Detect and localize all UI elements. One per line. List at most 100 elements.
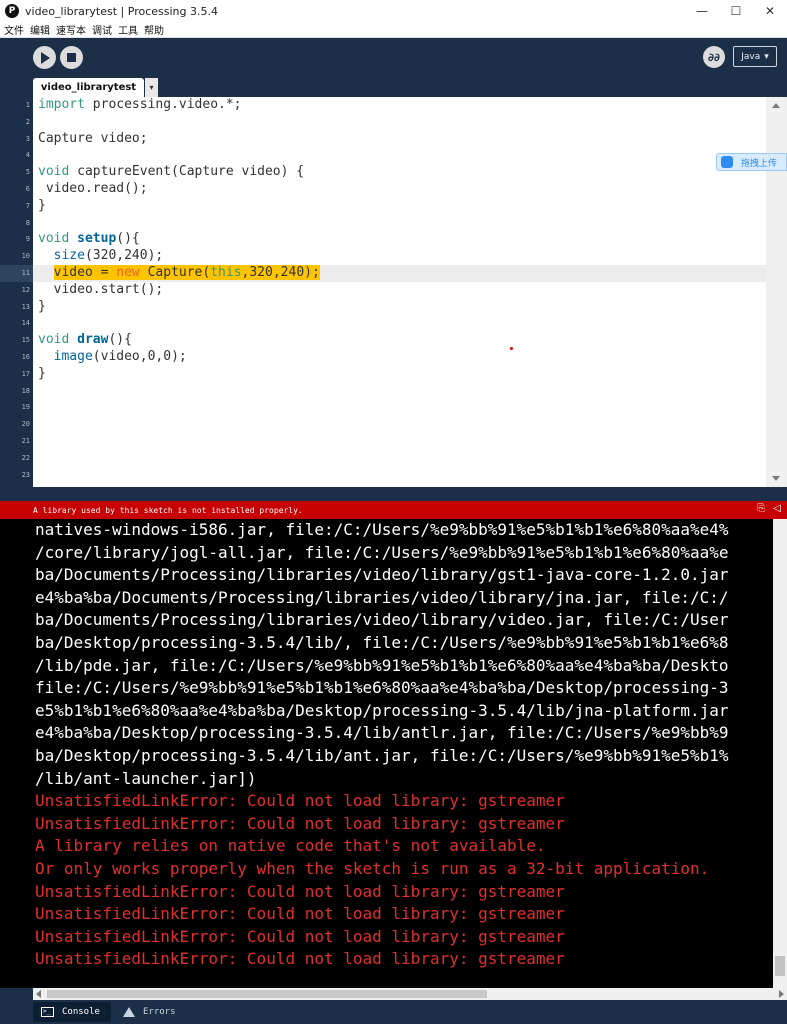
console-scroll-thumb[interactable] (775, 956, 785, 976)
processing-logo-icon: P (5, 4, 19, 18)
line-number: 15 (21, 336, 30, 345)
console-output-line: e4%ba%ba/Desktop/processing-3.5.4/lib/an… (35, 723, 729, 743)
console-output-line: ba/Documents/Processing/libraries/video/… (35, 565, 729, 585)
minimize-button[interactable]: — (685, 0, 719, 22)
menu-help[interactable]: 帮助 (144, 22, 164, 37)
warning-icon (123, 1007, 135, 1017)
line-number: 10 (21, 252, 30, 261)
errors-tab-label: Errors (143, 1007, 176, 1017)
console-output-line: /lib/pde.jar, file:/C:/Users/%e9%bb%91%e… (35, 655, 729, 675)
horizontal-scroll-thumb[interactable] (47, 990, 487, 998)
console-error-line: UnsatisfiedLinkError: Could not load lib… (35, 881, 565, 901)
tab-menu-button[interactable]: ▾ (145, 78, 158, 97)
console-output-line: e5%b1%b1%e6%80%aa%e4%ba%ba/Desktop/proce… (35, 700, 729, 720)
code-line: } (38, 197, 46, 213)
drag-upload-button[interactable]: 拖拽上传 (716, 153, 787, 171)
error-message: A library used by this sketch is not ins… (33, 505, 303, 515)
line-number: 2 (25, 117, 30, 126)
cursor-marker (510, 347, 513, 350)
console-tab-label: Console (62, 1007, 100, 1017)
cloud-upload-icon (721, 156, 733, 168)
maximize-button[interactable]: ☐ (719, 0, 753, 22)
collapse-icon[interactable]: ◁ (773, 503, 781, 514)
console-output-line: /core/library/jogl-all.jar, file:/C:/Use… (35, 542, 729, 562)
line-number: 19 (21, 403, 30, 412)
menu-tools[interactable]: 工具 (118, 22, 138, 37)
line-number: 11 (21, 269, 30, 277)
console-output-line: natives-windows-i586.jar, file:/C:/Users… (35, 520, 729, 539)
line-number: 7 (25, 201, 30, 210)
console-output-line: ba/Desktop/processing-3.5.4/lib/, file:/… (35, 633, 729, 652)
copy-icon[interactable]: ⎘ (757, 503, 765, 514)
line-number: 12 (21, 285, 30, 294)
stop-button[interactable] (60, 46, 83, 69)
code-line: } (38, 365, 46, 381)
line-number: 17 (21, 369, 30, 378)
line-number: 16 (21, 353, 30, 361)
console-output-line: /lib/ant-launcher.jar]) (35, 768, 257, 788)
code-line: size(320,240); (53, 248, 164, 264)
console-error-line: A library relies on native code that's n… (35, 836, 546, 856)
line-number: 14 (21, 319, 30, 328)
line-number: 21 (21, 437, 30, 445)
console-output-line: ba/Desktop/processing-3.5.4/lib/ant.jar,… (35, 746, 729, 765)
menu-sketch[interactable]: 速写本 (56, 22, 86, 37)
code-line: void setup(){ (38, 231, 140, 247)
line-number: 6 (25, 185, 30, 193)
toolbar: ∂∂ Java ▾ (0, 38, 787, 78)
scroll-down-icon[interactable] (772, 476, 780, 481)
code-line: Capture video; (38, 130, 148, 146)
tab-video-librarytest[interactable]: video_librarytest (33, 78, 144, 97)
console-output[interactable]: natives-windows-i586.jar, file:/C:/Users… (0, 519, 787, 988)
tab-console[interactable]: >_ Console (33, 1002, 111, 1022)
footer-bar: >_ Console Errors (0, 1000, 787, 1024)
console-output-line: file:/C:/Users/%e9%bb%91%e5%b1%b1%e6%80%… (35, 678, 729, 698)
console-error-line: UnsatisfiedLinkError: Could not load lib… (35, 926, 565, 946)
code-line: video = new Capture(this,320,240); (53, 265, 320, 280)
code-editor[interactable]: import processing.video.*; Capture video;… (33, 97, 766, 487)
menu-edit[interactable]: 编辑 (30, 22, 50, 37)
console-error-line: UnsatisfiedLinkError: Could not load lib… (35, 813, 565, 833)
mode-label: Java (741, 51, 761, 62)
line-number: 22 (21, 453, 30, 462)
console-error-line: UnsatisfiedLinkError: Could not load lib… (35, 949, 565, 969)
console-output-line: e4%ba%ba/Documents/Processing/libraries/… (35, 587, 729, 607)
chevron-down-icon: ▾ (764, 51, 769, 62)
code-line: video.read(); (38, 181, 148, 196)
code-line: image(video,0,0); (53, 349, 187, 364)
line-number: 20 (21, 420, 30, 429)
scroll-left-icon[interactable] (36, 990, 41, 998)
console-vertical-scrollbar[interactable] (773, 519, 787, 988)
line-number: 13 (21, 302, 30, 311)
code-line: void draw(){ (38, 332, 132, 348)
debugger-icon[interactable]: ∂∂ (703, 46, 725, 68)
console-horizontal-scrollbar[interactable] (33, 988, 787, 1000)
upload-label: 拖拽上传 (741, 158, 778, 169)
window-title: video_librarytest | Processing 3.5.4 (25, 4, 218, 18)
scroll-up-icon[interactable] (772, 103, 780, 108)
close-button[interactable]: ✕ (753, 0, 787, 22)
console-error-line: UnsatisfiedLinkError: Could not load lib… (35, 791, 565, 811)
code-line: video.start(); (38, 281, 164, 297)
tab-bar: video_librarytest ▾ (0, 78, 787, 97)
console-output-line: ba/Documents/Processing/libraries/video/… (35, 610, 729, 630)
scroll-right-icon[interactable] (779, 990, 784, 998)
code-line: void captureEvent(Capture video) { (38, 164, 305, 180)
menu-debug[interactable]: 调试 (92, 22, 112, 37)
run-button[interactable] (33, 46, 56, 69)
line-number-gutter: 1 2 3 4 5 6 7 8 9 10 11 12 13 14 15 16 17 18 19 20 21 22 23 (0, 97, 33, 487)
processing-ide-window: P video_librarytest | Processing 3.5.4 —… (0, 0, 787, 1024)
menu-file[interactable]: 文件 (4, 22, 24, 37)
line-number: 4 (25, 151, 30, 160)
title-bar: P video_librarytest | Processing 3.5.4 —… (0, 0, 787, 22)
line-number: 23 (21, 470, 30, 479)
mode-selector[interactable]: Java ▾ (733, 46, 777, 67)
play-icon (41, 51, 50, 64)
stop-icon (67, 53, 76, 62)
line-number: 3 (25, 134, 30, 143)
tab-errors[interactable]: Errors (121, 1002, 191, 1022)
code-line: import processing.video.*; (38, 97, 242, 112)
console-error-line: UnsatisfiedLinkError: Could not load lib… (35, 904, 565, 924)
console-icon: >_ (41, 1007, 54, 1017)
error-status-bar: A library used by this sketch is not ins… (0, 501, 787, 519)
